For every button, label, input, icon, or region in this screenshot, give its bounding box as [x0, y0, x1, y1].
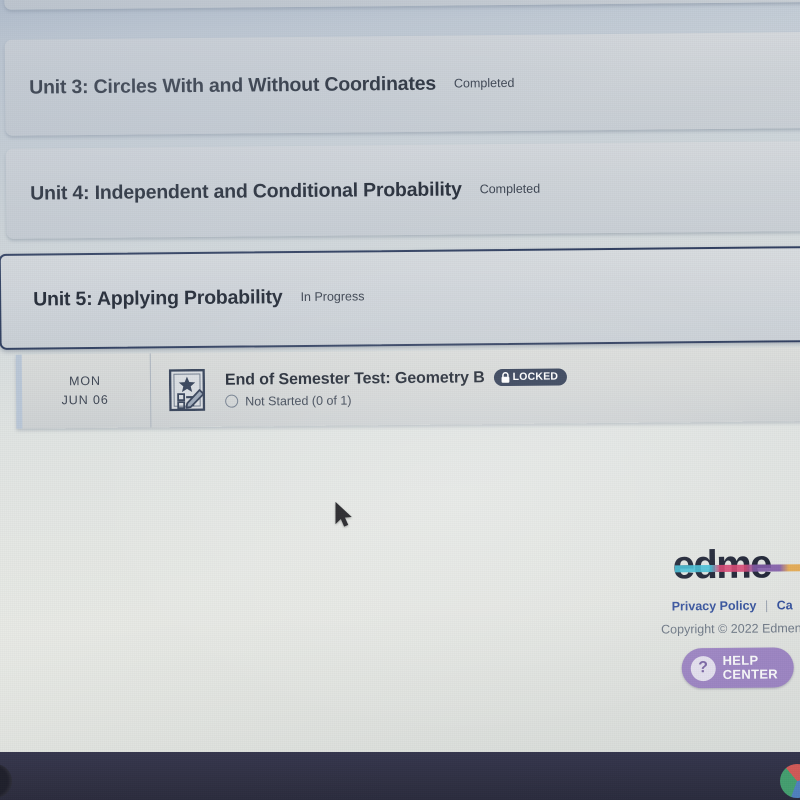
due-date-weekday: MON [68, 373, 101, 388]
dock-icon-partial-left[interactable] [0, 764, 12, 798]
screen-photo: Unit 3: Circles With and Without Coordin… [0, 0, 800, 800]
copyright-text: Copyright © 2022 Edmen [661, 621, 800, 637]
unit-3-title: Unit 3: Circles With and Without Coordin… [29, 72, 437, 99]
privacy-policy-link[interactable]: Privacy Policy [672, 599, 757, 614]
activity-row-end-of-semester-test[interactable]: MON JUN 06 End of Semester Test: Geometr… [15, 347, 800, 429]
question-mark-icon: ? [690, 655, 716, 681]
activity-progress-status: Not Started (0 of 1) [245, 393, 352, 409]
taskbar-dock[interactable] [0, 752, 800, 800]
activity-title-line: End of Semester Test: Geometry B LOCKED [225, 366, 800, 390]
edmentum-logo: edme [673, 542, 800, 587]
empty-circle-icon [225, 394, 239, 408]
activity-icon-cell [151, 353, 224, 428]
due-date-day: JUN 06 [61, 392, 109, 408]
unit-card-unit-3[interactable]: Unit 3: Circles With and Without Coordin… [4, 32, 800, 136]
page-footer: edme Privacy Policy | Ca Copyright © 202… [502, 542, 800, 690]
help-center-line2: CENTER [722, 666, 779, 682]
unit-card-unit-4[interactable]: Unit 4: Independent and Conditional Prob… [5, 141, 800, 239]
unit-4-title: Unit 4: Independent and Conditional Prob… [30, 177, 462, 205]
activity-progress-line: Not Started (0 of 1) [225, 389, 800, 409]
unit-5-title: Unit 5: Applying Probability [33, 285, 283, 311]
activity-details: End of Semester Test: Geometry B LOCKED … [223, 347, 800, 427]
browser-icon-partial-right[interactable] [780, 764, 800, 798]
edmentum-course-page: Unit 3: Circles With and Without Coordin… [0, 0, 800, 782]
unit-card-unit-5[interactable]: Unit 5: Applying Probability In Progress [0, 245, 800, 350]
mouse-pointer [335, 502, 352, 527]
footer-link-separator: | [764, 598, 769, 613]
status-badge-locked: LOCKED [493, 368, 568, 387]
activity-title[interactable]: End of Semester Test: Geometry B [225, 369, 485, 389]
unit-5-status: In Progress [300, 289, 365, 304]
help-center-label: HELP CENTER [722, 653, 778, 682]
help-center-button[interactable]: ? HELP CENTER [681, 647, 795, 689]
lock-icon [501, 371, 510, 383]
unit-card-partial-top[interactable] [3, 0, 800, 10]
assessment-test-icon [168, 368, 206, 412]
unit-3-status: Completed [453, 75, 515, 91]
unit-4-status: Completed [479, 181, 541, 197]
footer-links: Privacy Policy | Ca [632, 598, 800, 614]
locked-badge-label: LOCKED [512, 370, 559, 383]
activity-due-date: MON JUN 06 [21, 353, 152, 429]
careers-link[interactable]: Ca [777, 598, 793, 612]
logo-swoosh [674, 563, 800, 573]
help-center-line1: HELP [722, 652, 759, 668]
